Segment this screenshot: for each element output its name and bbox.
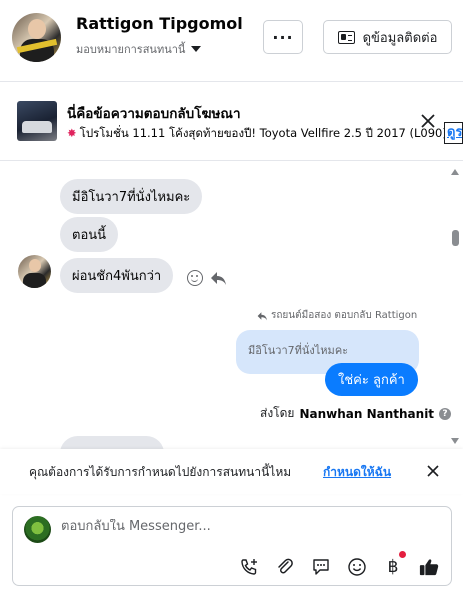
caret-down-icon — [191, 46, 202, 52]
contact-card-icon — [337, 30, 355, 44]
assign-prompt: คุณต้องการได้รับการกำหนดไปยังการสนทนานี้… — [0, 449, 463, 494]
incoming-message[interactable]: ผ่อนชัก4พันกว่า — [60, 258, 174, 293]
incoming-message[interactable]: ตอนนี้ — [60, 217, 119, 252]
ad-reply-banner: นี่คือข้อความตอบกลับโฆษณา ✸ โปรโมชั่น 11.… — [0, 82, 463, 161]
emoji-icon — [348, 558, 366, 576]
ad-title: นี่คือข้อความตอบกลับโฆษณา — [67, 106, 241, 122]
ad-subtitle: ✸ โปรโมชั่น 11.11 โค้งสุดท้ายของปี! Toyot… — [67, 125, 445, 143]
info-icon[interactable]: ? — [439, 407, 452, 420]
close-icon[interactable] — [425, 463, 441, 479]
burst-icon: ✸ — [67, 126, 77, 140]
sent-by-prefix: ส่งโดย — [260, 406, 295, 420]
thumbs-up-button[interactable] — [419, 557, 439, 577]
quoted-text: มีอิโนวา7ที่นั่งไหมคะ — [248, 344, 349, 357]
reaction-icon[interactable] — [187, 270, 203, 286]
scroll-down-arrow[interactable] — [451, 438, 459, 444]
close-icon[interactable] — [419, 112, 437, 130]
message-thread[interactable]: มีอิโนวา7ที่นั่งไหมคะ ตอนนี้ ผ่อนชัก4พัน… — [0, 161, 463, 449]
assign-prompt-text: คุณต้องการได้รับการกำหนดไปยังการสนทนานี้… — [29, 465, 292, 479]
more-options-button[interactable]: ··· — [263, 20, 303, 54]
saved-reply-icon — [313, 559, 329, 575]
saved-replies-button[interactable] — [311, 557, 331, 577]
composer: ฿ — [12, 506, 452, 586]
currency-icon: ฿ — [387, 557, 399, 577]
attach-button[interactable] — [275, 557, 295, 577]
thumbs-up-icon — [419, 559, 439, 576]
emoji-button[interactable] — [347, 557, 367, 577]
page-avatar — [24, 516, 51, 543]
assign-to-me-link[interactable]: กำหนดให้ฉัน — [323, 463, 391, 482]
reply-context-text: รถยนต์มือสอง ตอบกลับ Rattigon — [271, 310, 418, 321]
reply-context: รถยนต์มือสอง ตอบกลับ Rattigon — [256, 308, 417, 323]
sent-by-name: Nanwhan Nanthanit — [299, 406, 435, 421]
assign-label: มอบหมายการสนทนานี้ — [76, 43, 186, 56]
incoming-message-partial[interactable] — [60, 436, 164, 449]
incoming-message[interactable]: มีอิโนวา7ที่นั่งไหมคะ — [60, 179, 203, 214]
scrollbar-thumb[interactable] — [452, 230, 459, 246]
outgoing-message[interactable]: ใช่ค่ะ ลูกค้า — [325, 363, 418, 396]
reply-icon[interactable] — [209, 270, 227, 286]
ad-view-link[interactable]: ดูรา — [444, 122, 463, 144]
customer-avatar-small — [18, 255, 51, 288]
conversation-header: Rattigon Tipgomol มอบหมายการสนทนานี้ ···… — [0, 0, 463, 82]
assign-dropdown[interactable]: มอบหมายการสนทนานี้ — [76, 40, 202, 58]
customer-name[interactable]: Rattigon Tipgomol — [76, 14, 243, 33]
message-input[interactable] — [61, 519, 431, 534]
payment-button[interactable]: ฿ — [383, 557, 403, 577]
attach-icon — [278, 558, 293, 574]
more-icon: ··· — [272, 27, 294, 47]
ad-subtitle-text: โปรโมชั่น 11.11 โค้งสุดท้ายของปี! Toyota… — [79, 126, 445, 140]
ad-thumbnail[interactable] — [17, 101, 57, 141]
call-add-button[interactable] — [239, 557, 259, 577]
view-contact-button[interactable]: ดูข้อมูลติดต่อ — [323, 20, 452, 54]
call-add-icon — [241, 559, 257, 575]
view-contact-label: ดูข้อมูลติดต่อ — [362, 30, 438, 46]
sent-by: ส่งโดย Nanwhan Nanthanit ? — [260, 404, 452, 423]
scroll-up-arrow[interactable] — [451, 169, 459, 175]
reply-small-icon — [257, 311, 267, 320]
notification-dot — [399, 551, 406, 558]
customer-avatar[interactable] — [12, 13, 61, 62]
